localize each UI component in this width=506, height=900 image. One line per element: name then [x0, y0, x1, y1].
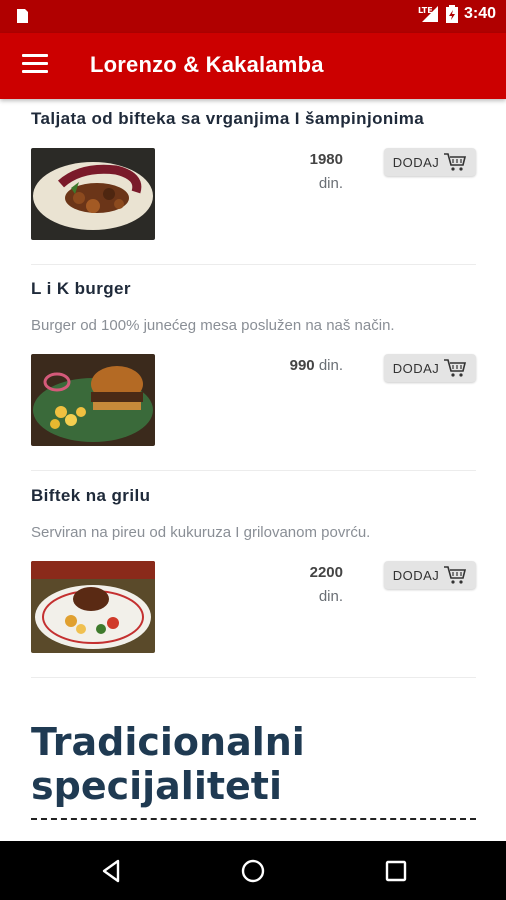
battery-icon: [445, 5, 458, 23]
section-divider: [31, 818, 476, 820]
menu-icon[interactable]: [22, 54, 48, 78]
app-title: Lorenzo & Kakalamba: [90, 52, 324, 77]
add-to-cart-button[interactable]: DODAJ: [384, 561, 476, 589]
item-row: 2200 din. DODAJ: [31, 561, 476, 653]
list-item: L i K burger Burger od 100% junećeg mesa…: [31, 279, 476, 334]
divider: [31, 264, 476, 265]
add-to-cart-button[interactable]: DODAJ: [384, 354, 476, 382]
add-button-label: DODAJ: [392, 567, 440, 583]
steak-with-mushrooms-image: [31, 148, 155, 240]
grilled-steak-plate-image: [31, 561, 155, 653]
sim-card-icon: [17, 9, 28, 23]
cart-icon: [444, 566, 467, 584]
section-title: Tradicionalni specijaliteti: [31, 720, 305, 808]
item-name: Taljata od bifteka sa vrganjima I šampin…: [31, 109, 425, 128]
home-icon[interactable]: [240, 858, 266, 884]
item-price: 990 din.: [253, 354, 343, 378]
add-button-label: DODAJ: [392, 154, 440, 170]
list-item: Taljata od bifteka sa vrganjima I šampin…: [31, 109, 476, 129]
recents-icon[interactable]: [383, 858, 409, 884]
status-time: 3:40: [463, 5, 496, 22]
cart-icon: [444, 153, 467, 171]
item-price: 1980 din.: [253, 148, 343, 196]
back-icon[interactable]: [99, 858, 125, 884]
price-unit: din.: [318, 175, 343, 192]
item-description: Serviran na pireu od kukuruza I grilovan…: [31, 524, 371, 541]
add-button-label: DODAJ: [392, 360, 440, 376]
item-row: 990 din. DODAJ: [31, 354, 476, 446]
price-unit: din.: [318, 588, 343, 605]
app-bar: Lorenzo & Kakalamba: [0, 33, 506, 99]
divider: [31, 470, 476, 471]
item-description: Burger od 100% junećeg mesa poslužen na …: [31, 317, 395, 334]
price-unit: din.: [318, 357, 343, 374]
price-number: 990: [289, 357, 315, 374]
cart-icon: [444, 359, 467, 377]
burger-with-potatoes-image: [31, 354, 155, 446]
price-number: 1980: [309, 151, 343, 168]
item-name: Biftek na grilu: [31, 486, 151, 505]
list-item: Biftek na grilu Serviran na pireu od kuk…: [31, 486, 476, 541]
item-price: 2200 din.: [253, 561, 343, 609]
price-number: 2200: [309, 564, 343, 581]
add-to-cart-button[interactable]: DODAJ: [384, 148, 476, 176]
item-name: L i K burger: [31, 279, 131, 298]
menu-list[interactable]: Taljata od bifteka sa vrganjima I šampin…: [0, 99, 506, 841]
signal-icon: LTE: [418, 6, 438, 22]
divider: [31, 677, 476, 678]
navigation-bar: [0, 841, 506, 900]
status-bar: LTE 3:40: [0, 0, 506, 33]
item-row: 1980 din. DODAJ: [31, 148, 476, 240]
